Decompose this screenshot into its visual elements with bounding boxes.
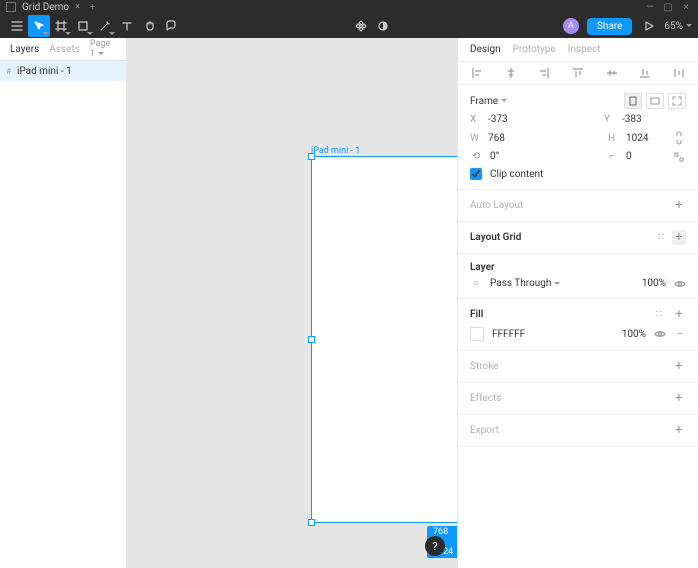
clip-content-label: Clip content: [490, 169, 543, 180]
frame-tool[interactable]: [50, 15, 72, 37]
align-left-icon[interactable]: [470, 66, 484, 80]
tab-inspect[interactable]: Inspect: [568, 44, 601, 55]
add-fill[interactable]: +: [672, 307, 686, 322]
present-button[interactable]: [638, 15, 660, 37]
resize-to-fit[interactable]: [668, 93, 686, 109]
align-bottom-icon[interactable]: [638, 66, 652, 80]
main-menu-button[interactable]: [6, 15, 28, 37]
add-effect[interactable]: +: [672, 391, 686, 406]
close-tab-icon[interactable]: ×: [75, 2, 80, 12]
minimize-icon[interactable]: —: [644, 2, 656, 13]
w-input[interactable]: 768: [488, 133, 528, 144]
help-button[interactable]: ?: [425, 536, 445, 556]
selection-handle[interactable]: [308, 336, 315, 343]
tab-assets[interactable]: Assets: [49, 44, 80, 55]
layer-section-title: Layer: [470, 262, 495, 273]
fill-swatch[interactable]: [470, 327, 484, 341]
h-input[interactable]: 1024: [626, 133, 666, 144]
maximize-icon[interactable]: ▢: [662, 2, 674, 13]
remove-fill[interactable]: −: [674, 329, 686, 340]
frame-orient-portrait[interactable]: [624, 93, 642, 109]
radius-input[interactable]: 0: [626, 151, 666, 162]
clip-content-checkbox[interactable]: [470, 168, 482, 180]
toolbar: A Share 65%: [0, 14, 698, 38]
radius-icon: ⌐: [606, 151, 618, 162]
effects-section-title: Effects: [470, 393, 501, 404]
add-layout-grid[interactable]: +: [672, 230, 686, 245]
x-label: X: [470, 114, 480, 125]
y-label: Y: [604, 114, 614, 125]
selection-handle[interactable]: [308, 519, 315, 526]
shape-tool[interactable]: [72, 15, 94, 37]
right-panel: Design Prototype Inspect Frame: [457, 38, 698, 568]
layer-name: iPad mini - 1: [17, 66, 72, 77]
mask-icon[interactable]: [372, 15, 394, 37]
layer-opacity[interactable]: 100%: [642, 278, 666, 289]
comment-tool[interactable]: [160, 15, 182, 37]
rotation-icon: ⟲: [470, 151, 482, 162]
frame-orient-landscape[interactable]: [646, 93, 664, 109]
blend-mode[interactable]: Pass Through: [490, 278, 560, 289]
align-vcenter-icon[interactable]: [605, 66, 619, 80]
fill-section-title: Fill: [470, 309, 483, 320]
tab-design[interactable]: Design: [470, 44, 501, 55]
align-hcenter-icon[interactable]: [504, 66, 518, 80]
fill-styles-icon[interactable]: ∷: [656, 309, 662, 320]
tab-layers[interactable]: Layers: [10, 44, 39, 55]
new-tab-icon[interactable]: +: [90, 2, 96, 13]
text-tool[interactable]: [116, 15, 138, 37]
rotation-input[interactable]: 0°: [490, 151, 530, 162]
independent-corners-icon[interactable]: [674, 152, 686, 162]
visibility-icon[interactable]: [674, 279, 686, 289]
selection-handle[interactable]: [308, 153, 315, 160]
export-section-title: Export: [470, 425, 499, 436]
frame-ipad-mini[interactable]: [311, 156, 457, 523]
blend-icon: ○: [470, 278, 482, 289]
page-selector[interactable]: Page 1: [90, 39, 116, 59]
move-tool[interactable]: [28, 15, 50, 37]
pen-tool[interactable]: [94, 15, 116, 37]
y-input[interactable]: -383: [622, 114, 662, 125]
frame-section-title[interactable]: Frame: [470, 96, 498, 107]
fill-hex[interactable]: FFFFFF: [492, 329, 525, 340]
align-right-icon[interactable]: [537, 66, 551, 80]
add-export[interactable]: +: [672, 423, 686, 438]
frame-label[interactable]: iPad mini - 1: [311, 146, 360, 156]
hand-tool[interactable]: [138, 15, 160, 37]
file-title: Grid Demo: [22, 2, 69, 13]
w-label: W: [470, 133, 480, 144]
grid-styles-icon[interactable]: ∷: [658, 232, 664, 243]
avatar[interactable]: A: [563, 18, 579, 34]
add-auto-layout[interactable]: +: [672, 198, 686, 213]
constrain-icon[interactable]: [674, 131, 686, 145]
align-top-icon[interactable]: [571, 66, 585, 80]
stroke-section-title: Stroke: [470, 361, 498, 372]
left-panel: Layers Assets Page 1 # iPad mini - 1: [0, 38, 127, 568]
tab-prototype[interactable]: Prototype: [513, 44, 556, 55]
align-controls: [458, 62, 698, 85]
layer-row[interactable]: # iPad mini - 1: [0, 61, 126, 81]
h-label: H: [608, 133, 618, 144]
distribute-icon[interactable]: [672, 66, 686, 80]
frame-icon: #: [6, 67, 11, 76]
fill-visibility-icon[interactable]: [654, 329, 666, 339]
component-icon[interactable]: [350, 15, 372, 37]
close-window-icon[interactable]: ×: [680, 2, 692, 13]
auto-layout-title: Auto Layout: [470, 200, 523, 211]
layout-grid-title: Layout Grid: [470, 232, 521, 243]
canvas[interactable]: iPad mini - 1 768 × 1024 ?: [127, 38, 457, 568]
x-input[interactable]: -373: [488, 114, 528, 125]
fill-opacity[interactable]: 100%: [622, 329, 646, 340]
zoom-level[interactable]: 65%: [664, 21, 692, 32]
add-stroke[interactable]: +: [672, 359, 686, 374]
figma-logo: [6, 2, 16, 12]
share-button[interactable]: Share: [587, 18, 632, 35]
